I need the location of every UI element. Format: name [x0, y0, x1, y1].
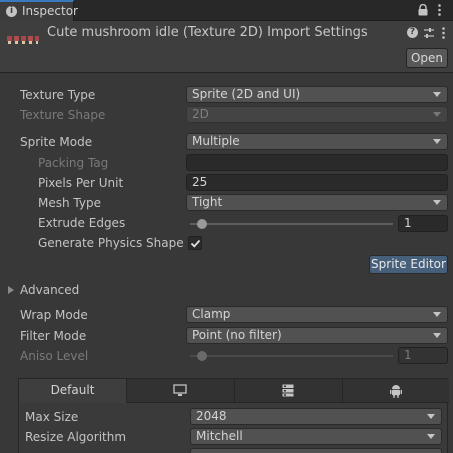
tab-default[interactable]: Default [19, 379, 127, 403]
chevron-down-icon [433, 333, 441, 338]
lock-icon[interactable] [418, 4, 428, 16]
format-dropdown[interactable] [190, 448, 442, 453]
advanced-foldout-label[interactable]: Advanced [20, 283, 79, 297]
texture-type-dropdown[interactable]: Sprite (2D and UI) [186, 86, 448, 103]
texture-shape-dropdown: 2D [186, 106, 448, 123]
pixels-per-unit-field[interactable]: 25 [186, 174, 448, 191]
chevron-down-icon [433, 112, 441, 117]
kebab-menu-icon[interactable] [441, 26, 446, 40]
generate-physics-shape-checkbox[interactable] [188, 236, 202, 250]
sprite-mode-dropdown[interactable]: Multiple [186, 133, 448, 150]
generate-physics-shape-label: Generate Physics Shape [38, 236, 184, 250]
wrap-mode-label: Wrap Mode [20, 308, 88, 322]
chevron-down-icon [433, 200, 441, 205]
resize-algorithm-value: Mitchell [196, 429, 243, 443]
texture-type-label: Texture Type [20, 88, 96, 102]
chevron-down-icon [433, 139, 441, 144]
mesh-type-value: Tight [192, 195, 223, 209]
resize-algorithm-label: Resize Algorithm [25, 430, 127, 444]
max-size-dropdown[interactable]: 2048 [190, 408, 442, 425]
extrude-edges-slider-thumb[interactable] [197, 219, 208, 229]
chevron-down-icon [433, 312, 441, 317]
resize-algorithm-dropdown[interactable]: Mitchell [190, 428, 442, 445]
foldout-arrow-icon[interactable] [8, 286, 14, 294]
extrude-edges-label: Extrude Edges [38, 216, 126, 230]
android-icon [390, 385, 402, 398]
window-tab-bar: i Inspector [0, 0, 453, 22]
sprite-editor-button[interactable]: Sprite Editor [369, 255, 448, 274]
aniso-level-slider-track [190, 355, 393, 357]
chevron-down-icon [433, 92, 441, 97]
monitor-icon [173, 384, 187, 396]
max-size-label: Max Size [25, 410, 79, 424]
chevron-down-icon [427, 434, 435, 439]
filter-mode-dropdown[interactable]: Point (no filter) [186, 327, 448, 344]
texture-shape-value: 2D [192, 107, 209, 121]
mesh-type-label: Mesh Type [38, 196, 101, 210]
aniso-level-label: Aniso Level [20, 349, 89, 363]
packing-tag-field[interactable] [186, 154, 448, 171]
preset-icon[interactable] [423, 27, 435, 39]
pixels-per-unit-label: Pixels Per Unit [38, 176, 124, 190]
sprite-mode-label: Sprite Mode [20, 135, 93, 149]
texture-shape-label: Texture Shape [20, 108, 106, 122]
filter-mode-label: Filter Mode [20, 329, 87, 343]
tab-android[interactable] [343, 379, 449, 403]
texture-thumbnail [7, 36, 39, 44]
texture-type-value: Sprite (2D and UI) [192, 87, 301, 101]
wrap-mode-value: Clamp [192, 307, 231, 321]
max-size-value: 2048 [196, 409, 227, 423]
tab-standalone[interactable] [127, 379, 235, 403]
asset-title: Cute mushroom idle (Texture 2D) Import S… [47, 25, 368, 40]
checkmark-icon [190, 239, 201, 248]
filter-mode-value: Point (no filter) [192, 328, 282, 342]
mesh-type-dropdown[interactable]: Tight [186, 194, 448, 211]
tab-default-label: Default [50, 383, 95, 397]
inspector-tab[interactable]: i Inspector [0, 0, 78, 22]
open-button[interactable]: Open [406, 48, 448, 68]
platform-settings-panel: Default Max Size 2048 Resize Algorithm M… [18, 378, 449, 453]
tab-server[interactable] [235, 379, 343, 403]
inspector-tab-label: Inspector [22, 4, 78, 18]
extrude-edges-slider-track[interactable] [190, 223, 393, 225]
info-icon: i [6, 6, 17, 17]
sprite-mode-value: Multiple [192, 134, 240, 148]
help-icon[interactable]: ? [407, 27, 418, 38]
wrap-mode-dropdown[interactable]: Clamp [186, 306, 448, 323]
aniso-level-slider-thumb [197, 351, 208, 361]
import-settings-header: Cute mushroom idle (Texture 2D) Import S… [0, 21, 453, 73]
aniso-level-field: 1 [398, 347, 448, 364]
kebab-menu-icon[interactable] [437, 3, 442, 17]
packing-tag-label: Packing Tag [38, 156, 109, 170]
server-icon [282, 384, 294, 397]
extrude-edges-field[interactable]: 1 [398, 215, 448, 232]
chevron-down-icon [427, 414, 435, 419]
